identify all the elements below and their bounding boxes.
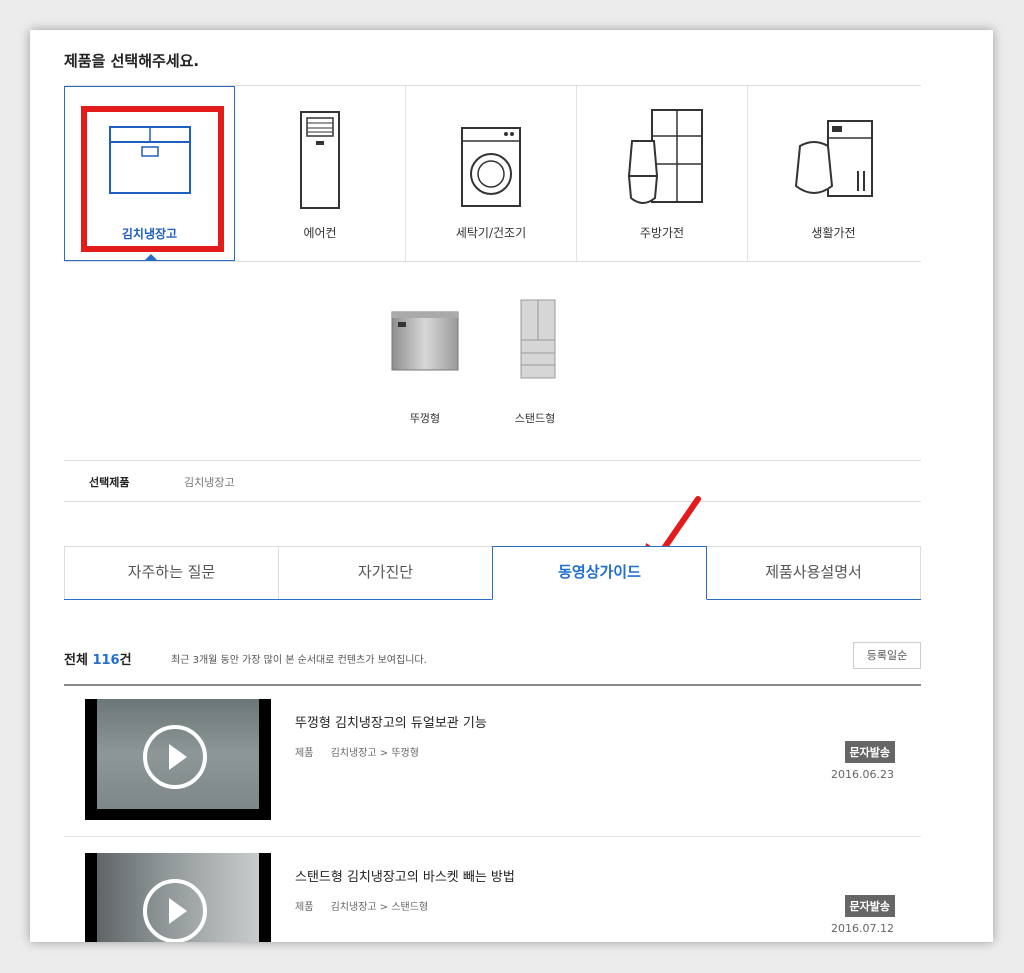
subcategory-label: 스탠드형 (514, 412, 556, 425)
selected-product-row: 선택제품 김치냉장고 (64, 460, 921, 502)
path-key: 제품 (295, 748, 314, 759)
video-thumbnail[interactable] (85, 699, 271, 820)
total-unit: 건 (119, 653, 132, 668)
total-count: 전체 116건 (64, 649, 132, 668)
play-icon[interactable] (143, 725, 207, 789)
post-date: 2016.07.12 (831, 922, 894, 935)
list-item: 뚜껑형 김치냉장고의 듀얼보관 기능 제품 김치냉장고 > 뚜껑형 문자발송 2… (64, 684, 921, 837)
play-icon[interactable] (143, 879, 207, 942)
category-list: 김치냉장고 에어컨 세탁기/건조기 주방가전 생활가전 (64, 85, 921, 262)
post-date: 2016.06.23 (831, 768, 894, 781)
tab-manual[interactable]: 제품사용설명서 (706, 546, 921, 599)
selected-product-value: 김치냉장고 (184, 476, 235, 489)
product-path: 제품 김치냉장고 > 스탠드형 (295, 898, 428, 913)
tab-self-diagnosis[interactable]: 자가진단 (278, 546, 493, 599)
tab-video-guide[interactable]: 동영상가이드 (492, 546, 707, 600)
sms-send-button[interactable]: 문자발송 (844, 895, 895, 917)
category-label: 김치냉장고 (121, 227, 178, 241)
path-key: 제품 (295, 902, 314, 913)
selected-product-key: 선택제품 (89, 476, 130, 489)
subcategory-list: 뚜껑형 스탠드형 (370, 295, 590, 435)
subcategory-label: 뚜껑형 (409, 412, 441, 425)
tab-faq[interactable]: 자주하는 질문 (64, 546, 279, 599)
category-label: 세탁기/건조기 (455, 226, 527, 240)
path-value: 김치냉장고 > 뚜껑형 (330, 748, 419, 759)
lid-type-fridge-image (391, 311, 459, 371)
video-title[interactable]: 뚜껑형 김치냉장고의 듀얼보관 기능 (295, 712, 487, 731)
path-value: 김치냉장고 > 스탠드형 (330, 902, 429, 913)
subcategory-stand-type[interactable]: 스탠드형 (480, 295, 590, 435)
category-home-appliance[interactable]: 생활가전 (748, 86, 919, 261)
category-label: 에어컨 (303, 226, 337, 240)
category-kimchi-fridge[interactable]: 김치냉장고 (64, 86, 235, 261)
stand-type-fridge-image (520, 299, 556, 379)
total-number: 116 (92, 653, 120, 668)
category-kitchen-appliance[interactable]: 주방가전 (577, 86, 748, 261)
sms-send-button[interactable]: 문자발송 (844, 741, 895, 763)
page-frame: 제품을 선택해주세요. 김치냉장고 에어컨 세탁기/건조기 주방가전 생활가전 … (30, 30, 993, 942)
tab-bar: 자주하는 질문 자가진단 동영상가이드 제품사용설명서 (64, 546, 921, 600)
category-air-conditioner[interactable]: 에어컨 (235, 86, 406, 261)
list-item: 스탠드형 김치냉장고의 바스켓 빼는 방법 제품 김치냉장고 > 스탠드형 문자… (64, 838, 921, 942)
total-label: 전체 (64, 653, 88, 668)
subcategory-lid-type[interactable]: 뚜껑형 (370, 295, 480, 435)
category-label: 생활가전 (811, 226, 856, 240)
category-washing-machine[interactable]: 세탁기/건조기 (406, 86, 577, 261)
product-path: 제품 김치냉장고 > 뚜껑형 (295, 744, 419, 759)
sort-note: 최근 3개월 동안 가장 많이 본 순서대로 컨텐츠가 보여집니다. (171, 655, 427, 666)
sort-button[interactable]: 등록일순 (853, 642, 921, 669)
video-title[interactable]: 스탠드형 김치냉장고의 바스켓 빼는 방법 (295, 866, 515, 885)
page-title: 제품을 선택해주세요. (64, 52, 200, 70)
selected-pointer (145, 254, 157, 260)
category-label: 주방가전 (639, 226, 685, 240)
video-thumbnail[interactable] (85, 853, 271, 942)
result-count-bar: 전체 116건 최근 3개월 동안 가장 많이 본 순서대로 컨텐츠가 보여집니… (64, 642, 921, 686)
